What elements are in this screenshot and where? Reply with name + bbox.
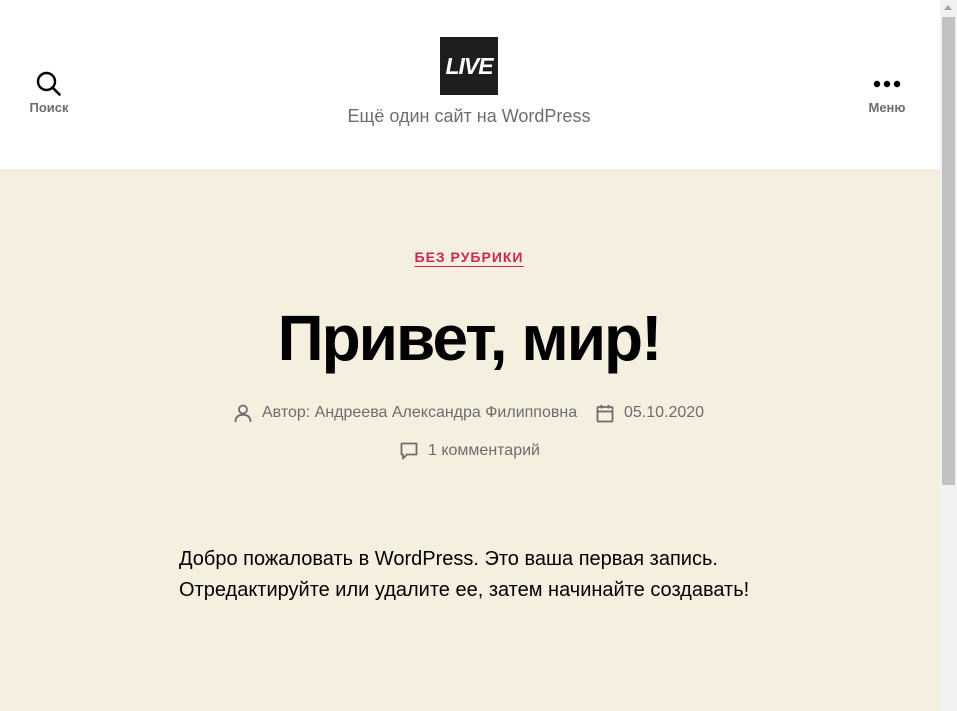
date-link[interactable]: 05.10.2020	[624, 404, 704, 422]
post-title: Привет, мир!	[277, 302, 663, 374]
search-icon	[36, 70, 62, 98]
user-icon	[233, 403, 253, 423]
site-logo-text: LIVE	[445, 52, 493, 79]
post-author-meta: Автор: Андреева Александра Филипповна	[233, 403, 577, 423]
vertical-scrollbar[interactable]	[940, 0, 957, 711]
scroll-up-arrow-icon[interactable]	[944, 5, 952, 10]
calendar-icon	[595, 403, 615, 423]
post-date-meta: 05.10.2020	[595, 403, 704, 423]
site-logo[interactable]: LIVE	[440, 37, 498, 95]
menu-toggle-button[interactable]: Меню	[847, 70, 927, 122]
menu-toggle-label: Меню	[868, 100, 906, 115]
category-link[interactable]: БЕЗ РУБРИКИ	[415, 249, 524, 265]
ellipsis-icon	[873, 70, 901, 98]
post-category: БЕЗ РУБРИКИ	[0, 249, 938, 267]
post-content: Добро пожаловать в WordPress. Это ваша п…	[179, 548, 750, 601]
scrollbar-thumb[interactable]	[942, 17, 955, 485]
post-comments-meta: 1 комментарий	[399, 441, 540, 461]
site-header: Поиск LIVE Ещё один сайт на WordPress Ме…	[0, 0, 940, 169]
site-description: Ещё один сайт на WordPress	[347, 106, 591, 126]
browser-viewport: Поиск LIVE Ещё один сайт на WordPress Ме…	[0, 0, 957, 711]
comment-icon	[399, 441, 419, 461]
comments-link[interactable]: 1 комментарий	[428, 442, 540, 460]
author-link[interactable]: Автор: Андреева Александра Филипповна	[262, 404, 577, 422]
